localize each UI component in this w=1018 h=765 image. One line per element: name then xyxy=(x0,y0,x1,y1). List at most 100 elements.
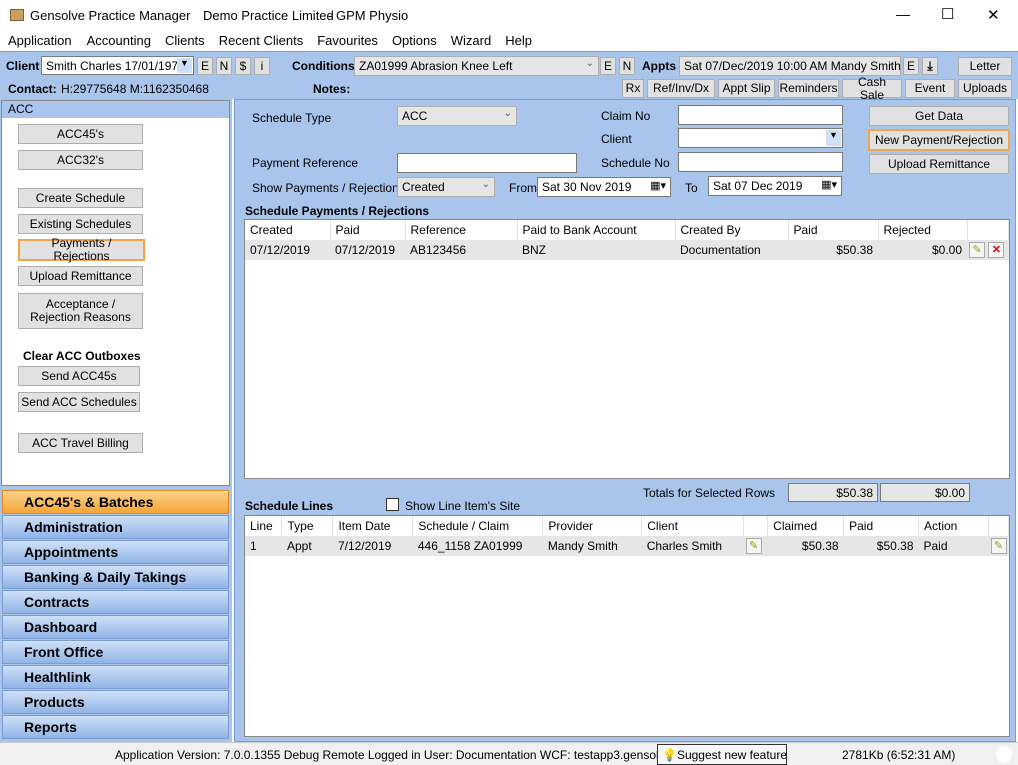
menu-accounting[interactable]: Accounting xyxy=(87,30,151,51)
nav-front-office[interactable]: Front Office xyxy=(2,640,229,664)
memory-time: 2781Kb (6:52:31 AM) xyxy=(842,748,956,762)
nav-healthlink[interactable]: Healthlink xyxy=(2,665,229,689)
acceptance-rejection-reasons-button[interactable]: Acceptance / Rejection Reasons xyxy=(18,293,143,329)
menu-favourites[interactable]: Favourites xyxy=(317,30,378,51)
to-date-picker[interactable]: Sat 07 Dec 2019 ▦▾ xyxy=(708,176,842,196)
nav-administration[interactable]: Administration xyxy=(2,515,229,539)
menu-options[interactable]: Options xyxy=(392,30,437,51)
from-date-picker[interactable]: Sat 30 Nov 2019 ▦▾ xyxy=(537,177,671,197)
get-data-button[interactable]: Get Data xyxy=(869,106,1009,126)
col-action[interactable]: Action xyxy=(918,516,989,536)
client-account-button[interactable]: $ xyxy=(235,57,251,75)
payment-ref-input[interactable] xyxy=(397,153,577,173)
cash-sale-button[interactable]: Cash Sale xyxy=(842,75,902,101)
schedule-type-label: Schedule Type xyxy=(252,111,332,125)
condition-new-button[interactable]: N xyxy=(619,57,635,75)
cell-created: 07/12/2019 xyxy=(245,240,330,260)
cell-client: Charles Smith xyxy=(641,536,744,556)
condition-edit-button[interactable]: E xyxy=(600,57,616,75)
col-item-date[interactable]: Item Date xyxy=(332,516,414,536)
schedule-no-label: Schedule No xyxy=(601,156,670,170)
payments-rejections-button[interactable]: Payments / Rejections xyxy=(18,237,145,263)
nav-reports[interactable]: Reports xyxy=(2,715,229,739)
col-claimed[interactable]: Claimed xyxy=(767,516,845,536)
acc45s-button[interactable]: ACC45's xyxy=(18,124,143,144)
col-schedule-claim[interactable]: Schedule / Claim xyxy=(412,516,544,536)
col-created-by[interactable]: Created By xyxy=(675,220,789,240)
delete-icon[interactable]: ✕ xyxy=(988,242,1005,258)
existing-schedules-button[interactable]: Existing Schedules xyxy=(18,214,143,234)
menu-wizard[interactable]: Wizard xyxy=(451,30,491,51)
col-reference[interactable]: Reference xyxy=(405,220,518,240)
edit-pencil-icon[interactable]: ✎ xyxy=(969,242,985,258)
client-new-button[interactable]: N xyxy=(216,57,232,75)
total-paid: $50.38 xyxy=(788,483,878,502)
suggest-feature-button[interactable]: 💡Suggest new feature xyxy=(657,744,787,765)
client-info-button[interactable]: i xyxy=(254,57,270,75)
lines-header-row: Line Type Item Date Schedule / Claim Pro… xyxy=(245,516,1009,536)
col-client[interactable]: Client xyxy=(641,516,745,536)
ref-inv-dx-button[interactable]: Ref/Inv/Dx xyxy=(647,79,715,98)
calendar-icon[interactable]: ▦▾ xyxy=(650,179,666,192)
close-button[interactable]: ✕ xyxy=(987,6,1000,24)
version-info: Application Version: 7.0.0.1355 Debug Re… xyxy=(115,748,721,762)
uploads-button[interactable]: Uploads xyxy=(958,79,1012,98)
menu-clients[interactable]: Clients xyxy=(165,30,205,51)
col-line[interactable]: Line xyxy=(245,516,283,536)
payments-header-row: Created Paid Reference Paid to Bank Acco… xyxy=(245,220,1009,240)
nav-products[interactable]: Products xyxy=(2,690,229,714)
appt-slip-button[interactable]: Appt Slip xyxy=(718,79,775,98)
col-created[interactable]: Created xyxy=(245,220,331,240)
download-button[interactable]: ⤓ xyxy=(922,57,938,75)
nav-contracts[interactable]: Contracts xyxy=(2,590,229,614)
send-acc-schedules-button[interactable]: Send ACC Schedules xyxy=(18,392,140,412)
edit-pencil-icon[interactable]: ✎ xyxy=(990,538,1007,554)
acc-header: ACC xyxy=(2,101,229,118)
rx-button[interactable]: Rx xyxy=(622,79,644,98)
location-text: GPM Physio xyxy=(335,8,409,23)
appts-select[interactable]: Sat 07/Dec/2019 10:00 AM Mandy Smith ⌄ xyxy=(679,56,901,76)
minimize-button[interactable]: — xyxy=(896,6,910,22)
menu-application[interactable]: Application xyxy=(8,30,72,51)
calendar-icon[interactable]: ▦▾ xyxy=(821,178,837,191)
schedule-no-input[interactable] xyxy=(678,152,843,172)
client-select[interactable]: Smith Charles 17/01/1973 ▼ xyxy=(41,56,194,75)
client-select[interactable]: ▼ xyxy=(678,128,843,148)
claim-no-input[interactable] xyxy=(678,105,843,125)
event-button[interactable]: Event xyxy=(905,79,955,98)
nav-appointments[interactable]: Appointments xyxy=(2,540,229,564)
new-payment-rejection-button[interactable]: New Payment/Rejection xyxy=(868,129,1010,151)
acc32s-button[interactable]: ACC32's xyxy=(18,150,143,170)
show-site-checkbox[interactable] xyxy=(386,498,399,511)
menu-help[interactable]: Help xyxy=(505,30,532,51)
col-rejected[interactable]: Rejected xyxy=(878,220,968,240)
suggest-label: Suggest new feature xyxy=(676,748,788,762)
table-row[interactable]: 1 Appt 7/12/2019 446_1158 ZA01999 Mandy … xyxy=(245,536,1009,556)
acc-travel-billing-button[interactable]: ACC Travel Billing xyxy=(18,433,143,453)
maximize-button[interactable]: ☐ xyxy=(941,5,954,23)
edit-pencil-icon[interactable]: ✎ xyxy=(745,538,762,554)
appt-edit-button[interactable]: E xyxy=(903,57,919,75)
col-bank-account[interactable]: Paid to Bank Account xyxy=(517,220,676,240)
col-paid-date[interactable]: Paid xyxy=(330,220,406,240)
show-select[interactable]: Created ⌄ xyxy=(397,177,495,197)
client-edit-button[interactable]: E xyxy=(197,57,213,75)
nav-banking[interactable]: Banking & Daily Takings xyxy=(2,565,229,589)
upload-remittance-button[interactable]: Upload Remittance xyxy=(18,266,143,286)
upload-remittance-button[interactable]: Upload Remittance xyxy=(869,154,1009,174)
nav-dashboard[interactable]: Dashboard xyxy=(2,615,229,639)
table-row[interactable]: 07/12/2019 07/12/2019 AB123456 BNZ Docum… xyxy=(245,240,1009,260)
nav-acc45s-batches[interactable]: ACC45's & Batches xyxy=(2,490,229,514)
col-provider[interactable]: Provider xyxy=(542,516,643,536)
letter-button[interactable]: Letter xyxy=(958,57,1012,76)
create-schedule-button[interactable]: Create Schedule xyxy=(18,188,143,208)
col-type[interactable]: Type xyxy=(281,516,334,536)
schedule-type-select[interactable]: ACC ⌄ xyxy=(397,106,517,126)
col-paid[interactable]: Paid xyxy=(843,516,919,536)
conditions-select[interactable]: ZA01999 Abrasion Knee Left ⌄ xyxy=(354,56,599,76)
reminders-button[interactable]: Reminders xyxy=(778,79,839,98)
col-paid[interactable]: Paid xyxy=(788,220,879,240)
claim-no-label: Claim No xyxy=(601,109,651,123)
send-acc45s-button[interactable]: Send ACC45s xyxy=(18,366,140,386)
menu-recent-clients[interactable]: Recent Clients xyxy=(219,30,304,51)
